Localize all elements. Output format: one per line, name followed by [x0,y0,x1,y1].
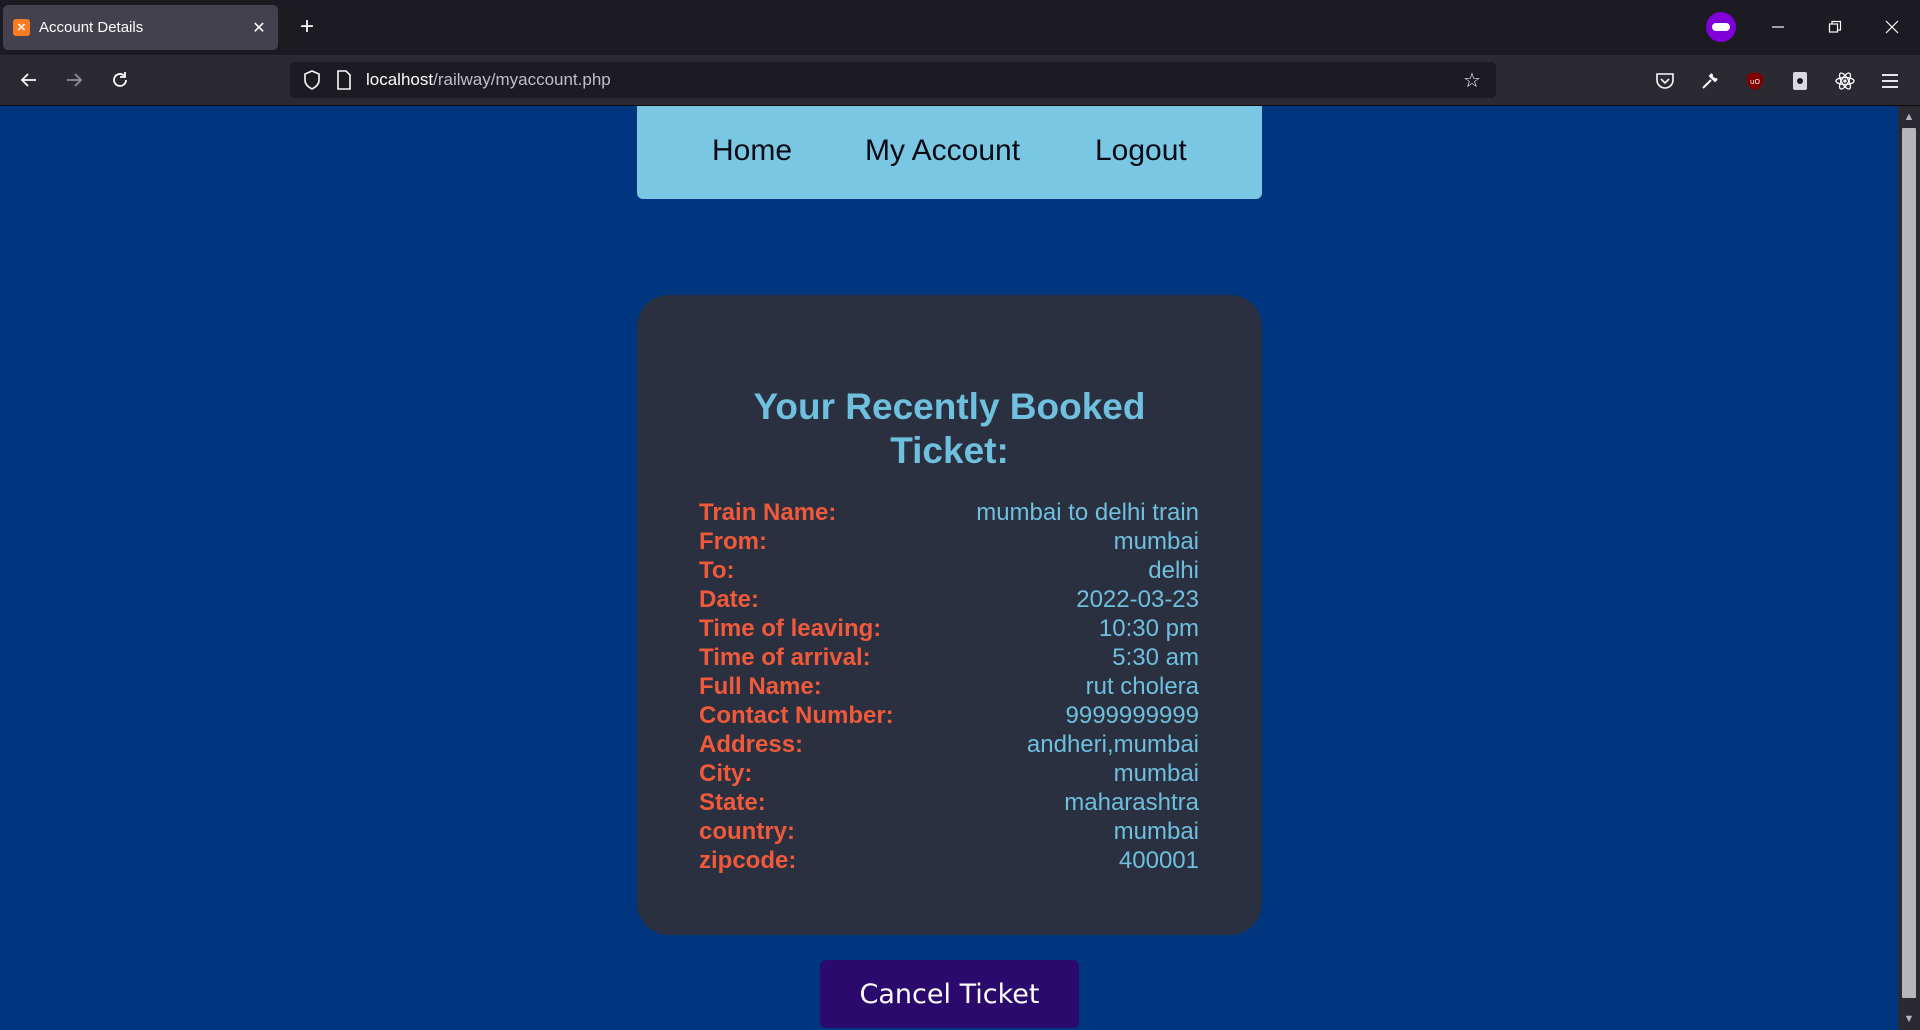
detail-row-date: Date: 2022-03-23 [699,585,1199,614]
detail-label: Contact Number: [699,702,894,729]
detail-label: zipcode: [699,847,797,874]
react-devtools-icon[interactable] [1832,68,1858,94]
detail-row-full-name: Full Name: rut cholera [699,672,1199,701]
detail-value: 10:30 pm [1098,615,1199,642]
detail-label: To: [699,557,735,584]
detail-label: Train Name: [699,499,837,526]
close-window-button[interactable] [1877,12,1907,42]
detail-label: City: [699,760,753,787]
detail-value: mumbai [1113,818,1199,845]
nav-link-logout[interactable]: Logout [1095,134,1187,168]
detail-value: maharashtra [1064,789,1199,816]
reload-icon[interactable] [106,66,134,94]
detail-row-contact-number: Contact Number: 9999999999 [699,701,1199,730]
pocket-icon[interactable] [1652,68,1678,94]
detail-row-from: From: mumbai [699,527,1199,556]
detail-label: Full Name: [699,673,822,700]
nav-link-home[interactable]: Home [712,134,792,168]
detail-value: mumbai [1113,528,1199,555]
detail-value: 9999999999 [1065,702,1199,729]
scroll-up-arrow-icon[interactable]: ▲ [1898,108,1920,126]
detail-value: andheri,mumbai [1026,731,1199,758]
detail-label: Time of leaving: [699,615,882,642]
close-tab-icon[interactable]: ✕ [250,18,268,38]
detail-label: From: [699,528,767,555]
page-viewport: Home My Account Logout Your Recently Boo… [0,106,1898,1030]
cancel-ticket-button[interactable]: Cancel Ticket [820,960,1079,1028]
detail-row-city: City: mumbai [699,759,1199,788]
detail-row-state: State: maharashtra [699,788,1199,817]
detail-value: mumbai to delhi train [976,499,1199,526]
detail-label: country: [699,818,795,845]
detail-row-to: To: delhi [699,556,1199,585]
wrench-icon[interactable] [1697,68,1723,94]
detail-row-time-leaving: Time of leaving: 10:30 pm [699,614,1199,643]
detail-row-zipcode: zipcode: 400001 [699,846,1199,875]
detail-label: Time of arrival: [699,644,871,671]
ticket-heading-line2: Ticket: [890,430,1009,471]
ublock-origin-icon[interactable]: uO [1742,68,1768,94]
shield-icon[interactable] [302,70,322,90]
back-arrow-icon[interactable] [15,66,43,94]
detail-label: Date: [699,586,760,613]
url-path: /railway/myaccount.php [433,70,611,89]
browser-tab-active[interactable]: ✕ Account Details ✕ [3,5,278,50]
detail-row-train-name: Train Name: mumbai to delhi train [699,498,1199,527]
detail-label: State: [699,789,766,816]
forward-arrow-icon[interactable] [60,66,88,94]
ticket-details: Train Name: mumbai to delhi train From: mu… [699,498,1199,875]
nav-link-my-account[interactable]: My Account [865,134,1020,168]
detail-row-time-arrival: Time of arrival: 5:30 am [699,643,1199,672]
restore-window-button[interactable] [1820,12,1850,42]
ticket-card: Your Recently Booked Ticket: Train Name:… [637,295,1262,935]
detail-value: 2022-03-23 [1076,586,1199,613]
detail-label: Address: [699,731,804,758]
scrollbar-thumb[interactable] [1902,128,1916,998]
site-nav-menu: Home My Account Logout [637,106,1262,199]
page-info-icon[interactable] [334,70,354,90]
detail-row-country: country: mumbai [699,817,1199,846]
private-browsing-icon [1706,12,1736,42]
ticket-heading-line1: Your Recently Booked [753,386,1146,427]
new-tab-button[interactable]: + [293,13,321,41]
bookmark-star-icon[interactable]: ☆ [1460,68,1484,92]
xampp-icon: ✕ [13,19,30,36]
detail-row-address: Address: andheri,mumbai [699,730,1199,759]
detail-value: 400001 [1118,847,1199,874]
url-text[interactable]: localhost/railway/myaccount.php [366,70,1460,90]
tab-title: Account Details [39,19,144,36]
tab-strip: ✕ Account Details ✕ + [0,0,1920,55]
page-scrollbar[interactable]: ▲ ▼ [1898,106,1920,1030]
ticket-heading: Your Recently Booked Ticket: [637,385,1262,473]
detail-value: 5:30 am [1112,644,1199,671]
svg-text:uO: uO [1750,78,1760,86]
detail-value: delhi [1148,557,1199,584]
hamburger-menu-icon[interactable] [1877,68,1903,94]
scroll-down-arrow-icon[interactable]: ▼ [1898,1010,1920,1028]
url-host: localhost [366,70,434,89]
detail-value: mumbai [1113,760,1199,787]
extension-page-icon[interactable] [1787,68,1813,94]
minimize-window-button[interactable] [1763,12,1793,42]
detail-value: rut cholera [1085,673,1199,700]
address-bar[interactable]: localhost/railway/myaccount.php ☆ [290,62,1496,98]
browser-toolbar: localhost/railway/myaccount.php ☆ uO [0,55,1920,106]
